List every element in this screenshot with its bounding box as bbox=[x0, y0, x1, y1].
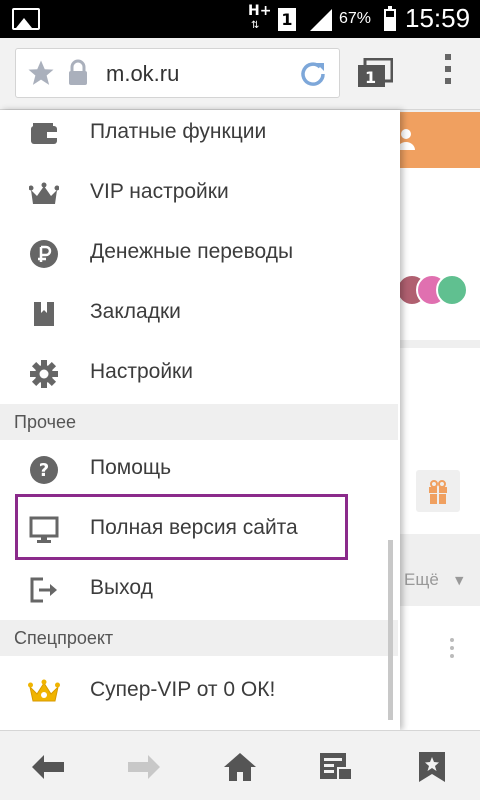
menu-item-money-transfers[interactable]: Денежные переводы bbox=[0, 224, 398, 284]
sim-badge: 1 bbox=[278, 8, 296, 31]
more-link[interactable]: Ещё bbox=[404, 570, 439, 590]
gear-icon bbox=[28, 358, 60, 390]
menu-item-label: Супер-VIP от 0 ОК! bbox=[90, 678, 276, 701]
status-bar: H+ ⇅ 1 67% 15:59 bbox=[0, 0, 480, 38]
section-header-other: Прочее bbox=[0, 404, 398, 440]
lock-icon bbox=[69, 59, 87, 85]
browser-toolbar: m.ok.ru 1 bbox=[0, 38, 480, 110]
forward-button[interactable] bbox=[124, 747, 164, 787]
arrow-right-icon bbox=[128, 755, 160, 779]
battery-icon bbox=[384, 6, 396, 31]
avatar-group[interactable] bbox=[396, 274, 476, 310]
selection-highlight bbox=[15, 494, 348, 560]
home-icon bbox=[224, 753, 256, 781]
network-activity-icon: ⇅ bbox=[251, 20, 260, 31]
menu-item-logout[interactable]: Выход bbox=[0, 560, 398, 620]
arrow-left-icon bbox=[32, 755, 64, 779]
section-label: Спецпроект bbox=[14, 628, 114, 648]
menu-dot bbox=[445, 54, 451, 60]
section-label: Прочее bbox=[14, 412, 76, 432]
home-button[interactable] bbox=[220, 747, 260, 787]
crown-icon bbox=[28, 178, 60, 210]
menu-item-label: Выход bbox=[90, 576, 153, 599]
star-icon[interactable] bbox=[26, 58, 56, 88]
menu-item-super-vip[interactable]: Супер-VIP от 0 ОК! bbox=[0, 662, 398, 722]
menu-item-label: Настройки bbox=[90, 360, 193, 383]
kebab-menu-icon[interactable] bbox=[450, 638, 454, 662]
reading-list-icon bbox=[320, 753, 353, 781]
gift-icon bbox=[429, 480, 447, 504]
bookmark-star-icon bbox=[419, 752, 445, 782]
back-button[interactable] bbox=[28, 747, 68, 787]
image-notification-icon bbox=[12, 8, 40, 30]
menu-item-label: Платные функции bbox=[90, 120, 267, 143]
signal-icon bbox=[310, 9, 332, 31]
tabs-button[interactable]: 1 bbox=[357, 57, 394, 88]
menu-item-label: Закладки bbox=[90, 300, 181, 323]
logout-icon bbox=[28, 574, 60, 606]
side-drawer: Платные функции VIP настройки Денежные п… bbox=[0, 110, 400, 730]
reload-icon[interactable] bbox=[296, 57, 330, 91]
chevron-down-icon: ▼ bbox=[455, 574, 464, 587]
menu-item-help[interactable]: ? Помощь bbox=[0, 440, 398, 500]
gift-button[interactable] bbox=[416, 470, 460, 512]
svg-text:?: ? bbox=[39, 460, 49, 481]
menu-item-label: Помощь bbox=[90, 456, 172, 479]
browser-menu-button[interactable] bbox=[438, 54, 458, 90]
menu-item-settings[interactable]: Настройки bbox=[0, 344, 398, 404]
network-type: H+ bbox=[248, 3, 272, 19]
section-header-special: Спецпроект bbox=[0, 620, 398, 656]
bookmarks-button[interactable] bbox=[412, 747, 452, 787]
battery-percent: 67% bbox=[339, 10, 372, 27]
tab-count: 1 bbox=[365, 68, 377, 87]
bookmark-icon bbox=[28, 298, 60, 330]
browser-bottom-bar bbox=[0, 730, 480, 800]
menu-item-vip-settings[interactable]: VIP настройки bbox=[0, 164, 398, 224]
menu-item-paid-features[interactable]: Платные функции bbox=[0, 110, 398, 164]
menu-item-label: Денежные переводы bbox=[90, 240, 294, 263]
menu-dot bbox=[445, 66, 451, 72]
scrollbar[interactable] bbox=[388, 540, 393, 720]
clock: 15:59 bbox=[405, 3, 471, 33]
url-text: m.ok.ru bbox=[106, 61, 180, 86]
help-icon: ? bbox=[28, 454, 60, 486]
ruble-icon bbox=[28, 238, 60, 270]
menu-item-bookmarks[interactable]: Закладки bbox=[0, 284, 398, 344]
battery-fill bbox=[386, 16, 394, 29]
avatar bbox=[436, 274, 468, 306]
reading-list-button[interactable] bbox=[316, 747, 356, 787]
address-bar[interactable]: m.ok.ru bbox=[15, 48, 340, 98]
gold-crown-icon bbox=[28, 676, 60, 708]
menu-item-label: VIP настройки bbox=[90, 180, 229, 203]
wallet-icon bbox=[28, 118, 60, 150]
menu-dot bbox=[445, 78, 451, 84]
